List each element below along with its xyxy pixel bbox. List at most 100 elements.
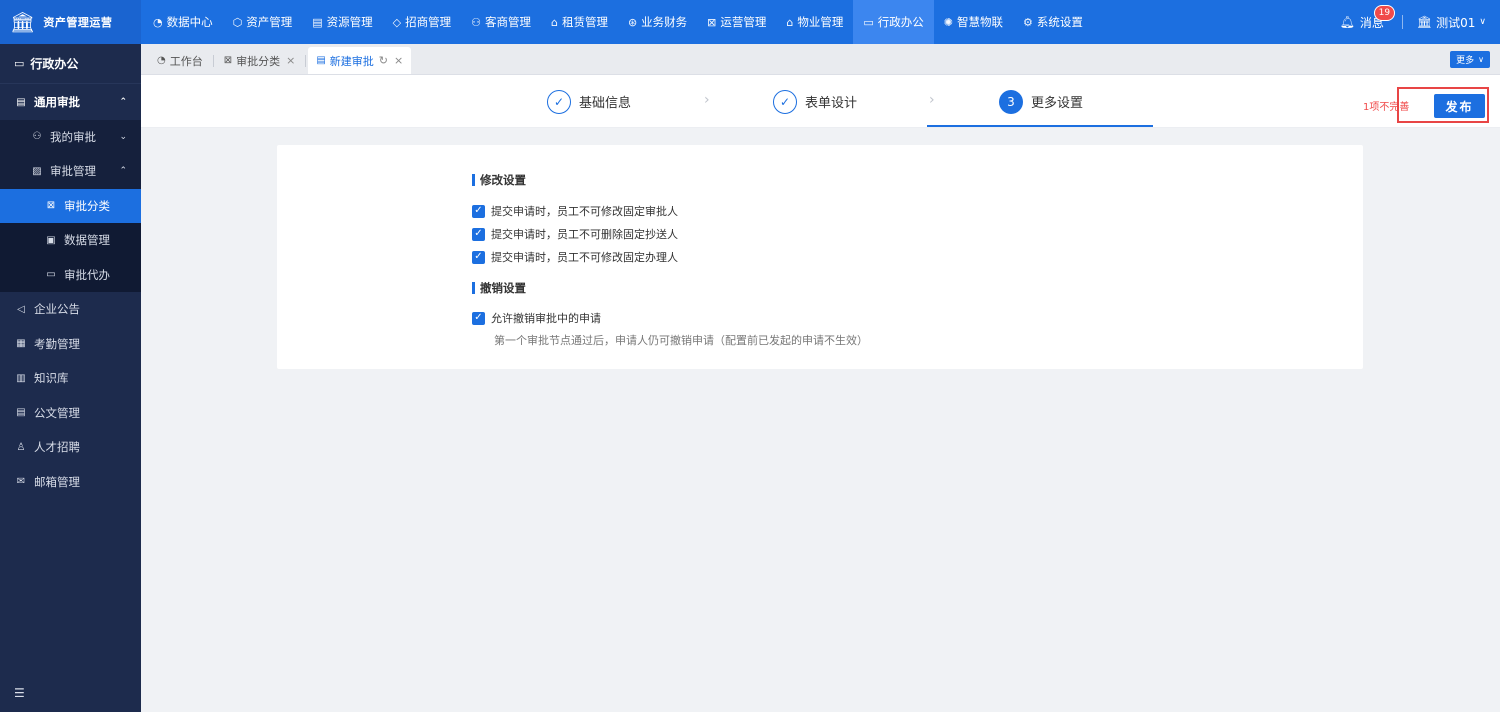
- divider: [305, 55, 307, 67]
- user-name: 测试01: [1436, 15, 1476, 30]
- dashboard-icon: ◔: [153, 15, 163, 29]
- user-icon: ⚇: [32, 131, 42, 143]
- coin-icon: ⊛: [627, 15, 638, 29]
- option-fixed-handler[interactable]: ✓ 提交申请时，员工不可修改固定办理人: [472, 249, 678, 265]
- book-icon: ▥: [16, 372, 26, 384]
- tab-approval-category[interactable]: ⊠ 审批分类 ×: [216, 47, 304, 74]
- chevron-down-icon: ⌄: [119, 131, 127, 142]
- menu-collapse-icon[interactable]: ☰: [14, 686, 25, 700]
- settings-card: 修改设置 ✓ 提交申请时，员工不可修改固定审批人 ✓ 提交申请时，员工不可删除固…: [277, 145, 1363, 369]
- step-basic-info[interactable]: ✓ 基础信息: [547, 75, 631, 128]
- document-icon: ▤: [316, 55, 326, 66]
- document-icon: ▤: [16, 96, 26, 108]
- sidebar: ▭ 行政办公 ▤ 通用审批 ⌃ ⚇ 我的审批 ⌄ ▨ 审批管理 ⌃ ⊠ 审批分类…: [0, 44, 141, 712]
- sidebar-item-documents[interactable]: ▤ 公文管理: [0, 396, 141, 431]
- grid-icon: ⊠: [707, 15, 717, 29]
- refresh-icon[interactable]: ↻: [379, 54, 388, 67]
- nav-item-asset-management[interactable]: ⬡ 资产管理: [223, 0, 303, 44]
- sidebar-item-approval-delegate[interactable]: ▭ 审批代办: [0, 257, 141, 292]
- nav-item-operations[interactable]: ⊠ 运营管理: [697, 0, 776, 44]
- building-icon: ▤: [312, 15, 323, 29]
- option-fixed-approver[interactable]: ✓ 提交申请时，员工不可修改固定审批人: [472, 203, 678, 219]
- sidebar-item-recruitment[interactable]: ♙ 人才招聘: [0, 430, 141, 465]
- option-allow-revoke[interactable]: ✓ 允许撤销审批中的申请: [472, 310, 601, 326]
- clipboard-icon: ▨: [32, 165, 42, 177]
- inbox-icon: ▭: [46, 269, 56, 281]
- tab-workbench[interactable]: ◔ 工作台: [149, 47, 211, 74]
- checkbox-checked-icon[interactable]: ✓: [472, 311, 485, 325]
- chevron-up-icon: ⌃: [119, 97, 127, 108]
- checkbox-checked-icon[interactable]: ✓: [472, 227, 485, 241]
- cube-icon: ⬡: [232, 15, 243, 29]
- option-fixed-cc[interactable]: ✓ 提交申请时，员工不可删除固定抄送人: [472, 226, 678, 242]
- highlight-box: [1397, 87, 1489, 123]
- calendar-icon: ▦: [16, 338, 26, 350]
- divider: [212, 55, 214, 67]
- database-icon: ▣: [46, 234, 56, 246]
- sidebar-item-general-approval[interactable]: ▤ 通用审批 ⌃: [0, 85, 141, 120]
- house-icon: ⌂: [550, 15, 558, 29]
- monitor-icon: ▭: [14, 57, 25, 70]
- bank-icon: 🏛: [1416, 15, 1433, 29]
- checkbox-checked-icon[interactable]: ✓: [472, 204, 485, 218]
- user-menu[interactable]: 🏛 测试01 ∨: [1417, 14, 1486, 31]
- chevron-up-icon: ⌃: [119, 166, 127, 177]
- nav-item-clients[interactable]: ⚇ 客商管理: [461, 0, 541, 44]
- gear-icon: ⚙: [1023, 15, 1033, 29]
- nav-item-office[interactable]: ▭ 行政办公: [853, 0, 934, 44]
- nav-item-investment[interactable]: ◇ 招商管理: [383, 0, 461, 44]
- divider: [1401, 15, 1403, 29]
- close-icon[interactable]: ×: [286, 54, 295, 67]
- step-more-settings[interactable]: 3 更多设置: [999, 75, 1083, 128]
- nav-item-settings[interactable]: ⚙ 系统设置: [1013, 0, 1093, 44]
- sidebar-item-mailbox[interactable]: ✉ 邮箱管理: [0, 465, 141, 500]
- steps-bar: ✓ 基础信息 › ✓ 表单设计 › 3 更多设置 1项不完善 发布: [141, 75, 1500, 128]
- chevron-down-icon: ∨: [1479, 17, 1486, 27]
- tag-icon: ◇: [392, 15, 402, 29]
- more-tabs-button[interactable]: 更多 ∨: [1450, 51, 1490, 68]
- nav-item-resource-management[interactable]: ▤ 资源管理: [302, 0, 382, 44]
- close-icon[interactable]: ×: [394, 54, 403, 67]
- check-icon: ✓: [547, 89, 571, 114]
- brand[interactable]: 🏛 资产管理运营: [0, 0, 141, 44]
- nav-item-leasing[interactable]: ⌂ 租赁管理: [541, 0, 618, 44]
- sidebar-item-knowledge-base[interactable]: ▥ 知识库: [0, 361, 141, 396]
- atom-icon: ✺: [943, 15, 953, 29]
- nav-item-iot[interactable]: ✺ 智慧物联: [934, 0, 1013, 44]
- section-accent-bar: [472, 174, 475, 186]
- top-navigation-bar: 🏛 资产管理运营 ◔ 数据中心 ⬡ 资产管理 ▤ 资源管理 ◇ 招商管理 ⚇ 客商管理 ⌂…: [0, 0, 1500, 44]
- step-number: 3: [999, 89, 1023, 114]
- check-icon: ✓: [773, 89, 797, 114]
- step-form-design[interactable]: ✓ 表单设计: [773, 75, 857, 128]
- nav-item-data-center[interactable]: ◔ 数据中心: [143, 0, 223, 44]
- checkbox-checked-icon[interactable]: ✓: [472, 250, 485, 264]
- main-nav: ◔ 数据中心 ⬡ 资产管理 ▤ 资源管理 ◇ 招商管理 ⚇ 客商管理 ⌂ 租赁管理 ⊛ 业务财…: [143, 0, 1093, 44]
- sidebar-item-approval-management[interactable]: ▨ 审批管理 ⌃: [0, 154, 141, 189]
- sidebar-item-announcements[interactable]: ◁ 企业公告: [0, 292, 141, 327]
- section-accent-bar: [472, 282, 475, 294]
- nav-item-property[interactable]: ⌂ 物业管理: [776, 0, 853, 44]
- tab-new-approval[interactable]: ▤ 新建审批 ↻ ×: [308, 47, 412, 74]
- messages-button[interactable]: 🔔︎ 消息 19: [1340, 4, 1396, 31]
- bank-icon: 🏛: [10, 10, 36, 34]
- sidebar-item-attendance[interactable]: ▦ 考勤管理: [0, 327, 141, 362]
- active-step-underline: [927, 125, 1153, 127]
- file-icon: ▤: [16, 407, 26, 419]
- chevron-right-icon: ›: [704, 92, 710, 108]
- dashboard-icon: ◔: [157, 55, 166, 66]
- chevron-down-icon: ∨: [1478, 55, 1484, 64]
- users-icon: ⚇: [471, 15, 481, 29]
- monitor-icon: ▭: [863, 15, 874, 29]
- section-title-modify: 修改设置: [472, 172, 526, 188]
- mail-icon: ✉: [16, 476, 26, 488]
- speaker-icon: ◁: [17, 303, 25, 315]
- sidebar-item-my-approval[interactable]: ⚇ 我的审批 ⌄: [0, 119, 141, 154]
- sidebar-item-data-management[interactable]: ▣ 数据管理: [0, 223, 141, 258]
- home-icon: ⌂: [786, 15, 794, 29]
- sidebar-item-approval-category[interactable]: ⊠ 审批分类: [0, 188, 141, 223]
- chevron-right-icon: ›: [929, 92, 935, 108]
- nav-item-finance[interactable]: ⊛ 业务财务: [618, 0, 697, 44]
- category-icon: ⊠: [223, 55, 233, 66]
- sidebar-header: ▭ 行政办公: [0, 44, 141, 84]
- sidebar-title: 行政办公: [30, 57, 79, 71]
